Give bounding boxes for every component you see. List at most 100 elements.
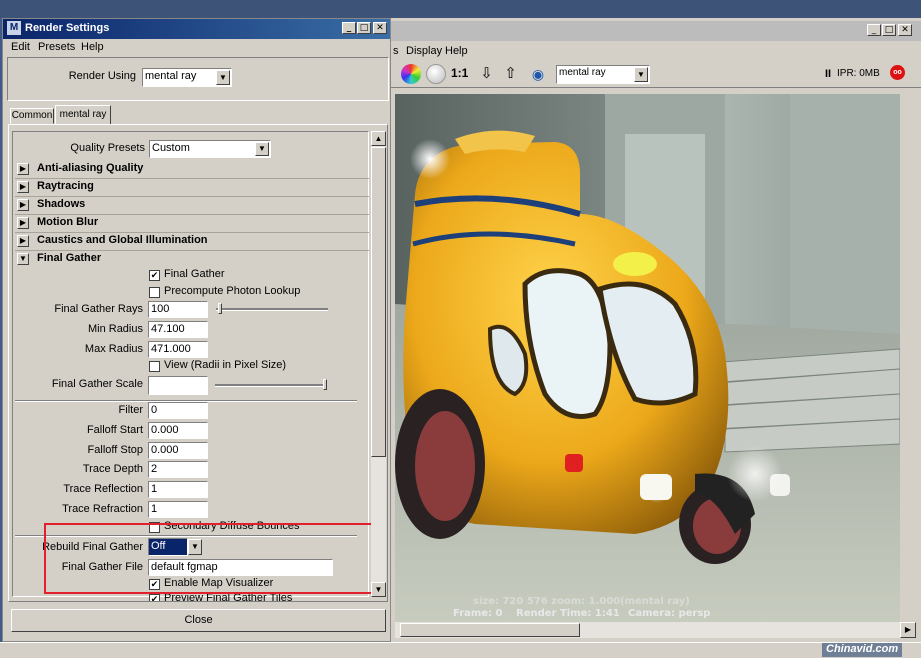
expand-arrow-icon[interactable]: ▶ [17,199,29,211]
falloff-start-field[interactable]: 0.000 [148,422,208,439]
section-anti-aliasing[interactable]: ▶ Anti-aliasing Quality [15,161,369,179]
chevron-down-icon[interactable]: ▼ [255,142,269,156]
max-radius-field[interactable]: 471.000 [148,341,208,358]
scroll-up-button[interactable]: ▲ [371,131,386,146]
close-window-button[interactable]: ✕ [898,24,912,36]
min-radius-label: Min Radius [87,323,143,335]
expand-arrow-icon[interactable]: ▶ [17,163,29,175]
quality-presets-label: Quality Presets [70,142,145,154]
menu-display[interactable]: Display [406,45,442,57]
precompute-checkbox[interactable] [149,287,160,298]
section-motion-blur[interactable]: ▶ Motion Blur [15,215,369,233]
scroll-right-button[interactable]: ▶ [900,622,916,638]
fg-scale-slider-handle[interactable] [323,379,327,390]
stop-ipr-icon[interactable]: oo [890,65,905,80]
fg-rays-slider-handle[interactable] [218,303,222,314]
chevron-down-icon[interactable]: ▼ [188,539,202,555]
menu-help[interactable]: Help [81,41,104,53]
expand-arrow-icon[interactable]: ▶ [17,217,29,229]
trace-reflection-field[interactable]: 1 [148,481,208,498]
maya-app-icon: M [7,21,21,35]
close-button[interactable]: Close [11,609,386,632]
trace-depth-label: Trace Depth [82,463,143,475]
camera-text: Camera: persp [628,608,711,619]
expand-arrow-icon[interactable]: ▶ [17,235,29,247]
view-radii-checkbox[interactable] [149,361,160,372]
menu-help[interactable]: Help [445,45,468,57]
settings-scrollbar[interactable]: ▲ ▼ [371,131,386,597]
trace-depth-field[interactable]: 2 [148,461,208,478]
keep-image-icon[interactable]: ⇩ [477,64,496,84]
fg-scale-color-swatch[interactable] [148,376,208,395]
falloff-stop-field[interactable]: 0.000 [148,442,208,459]
scroll-down-button[interactable]: ▼ [371,582,386,597]
menu-presets[interactable]: Presets [38,41,75,53]
map-visualizer-checkbox[interactable]: ✔ [149,579,160,590]
expand-arrow-icon[interactable]: ▶ [17,181,29,193]
final-gather-label: Final Gather [164,268,225,280]
section-caustics-gi[interactable]: ▶ Caustics and Global Illumination [15,233,369,251]
max-radius-label: Max Radius [84,343,143,355]
render-time-text: Render Time: 1:41 [516,608,620,619]
render-status-bar: size: 720 576 zoom: 1.000 (mental ray) F… [395,596,900,622]
display-alpha-icon[interactable] [426,64,446,84]
horizontal-scrollbar[interactable]: ▶ [395,622,916,638]
fg-rays-field[interactable]: 100 [148,301,208,318]
fg-file-field[interactable]: default fgmap [148,559,333,576]
minimize-button[interactable]: _ [867,24,881,36]
section-shadows[interactable]: ▶ Shadows [15,197,369,215]
falloff-stop-label: Falloff Stop [87,444,143,456]
minimize-button[interactable]: _ [342,22,356,34]
watermark: Chinavid.com [822,643,903,657]
scrollbar-thumb[interactable] [371,147,386,457]
menu-item[interactable]: s [393,45,399,57]
render-view-window: _ □ ✕ s Display Help 1:1 ⇩ ⇧ ◉ mental ra… [390,18,921,643]
real-size-button[interactable]: 1:1 [451,66,468,80]
render-settings-icon[interactable]: ◉ [528,64,548,84]
collapse-arrow-icon[interactable]: ▼ [17,253,29,265]
fg-scale-slider[interactable] [215,384,327,387]
final-gather-checkbox[interactable]: ✔ [149,270,160,281]
min-radius-field[interactable]: 47.100 [148,321,208,338]
filter-field[interactable]: 0 [148,402,208,419]
render-settings-titlebar: M Render Settings _ □ ✕ [3,19,390,39]
fg-file-label: Final Gather File [61,561,143,573]
section-raytracing[interactable]: ▶ Raytracing [15,179,369,197]
chevron-down-icon[interactable]: ▼ [634,67,648,82]
rendered-car-scene [395,94,900,624]
preview-tiles-checkbox[interactable]: ✔ [149,594,160,601]
trace-refraction-field[interactable]: 1 [148,501,208,518]
render-view-toolbar: 1:1 ⇩ ⇧ ◉ mental ray ▼ II IPR: 0MB oo [390,61,921,88]
secondary-bounces-checkbox[interactable] [149,522,160,533]
rebuild-fg-dropdown[interactable]: Off [148,538,188,556]
pause-icon[interactable]: II [825,68,831,80]
preview-tiles-label: Preview Final Gather Tiles [164,592,293,602]
tab-common[interactable]: Common [10,108,54,124]
trace-reflection-label: Trace Reflection [63,483,143,495]
menu-edit[interactable]: Edit [11,41,30,53]
render-settings-window: M Render Settings _ □ ✕ Edit Presets Hel… [2,18,391,642]
secondary-bounces-label: Secondary Diffuse Bounces [164,520,300,532]
filter-label: Filter [118,404,143,416]
falloff-start-label: Falloff Start [86,424,143,436]
rendered-image [395,94,900,624]
settings-scroll-area: Quality Presets Custom ▼ ▶ Anti-aliasing … [12,131,369,601]
divider [15,535,357,537]
maximize-button[interactable]: □ [882,24,896,36]
tab-mental-ray[interactable]: mental ray [55,105,111,125]
remove-image-icon[interactable]: ⇧ [501,64,520,84]
fg-rays-slider[interactable] [216,308,328,311]
fg-scale-label: Final Gather Scale [51,378,143,390]
render-renderer-text: (mental ray) [620,596,690,607]
scrollbar-thumb[interactable] [400,623,580,637]
chevron-down-icon[interactable]: ▼ [216,70,230,85]
fg-rays-label: Final Gather Rays [54,303,143,315]
color-wheel-icon[interactable] [401,64,421,84]
vertical-scrollbar[interactable] [901,94,917,624]
render-view-titlebar: _ □ ✕ [390,21,921,41]
close-window-button[interactable]: ✕ [373,22,387,34]
quality-presets-dropdown[interactable]: Custom [149,140,271,158]
section-final-gather[interactable]: ▼ Final Gather [15,251,369,268]
maximize-button[interactable]: □ [357,22,371,34]
render-using-panel: Render Using mental ray ▼ [7,57,389,101]
